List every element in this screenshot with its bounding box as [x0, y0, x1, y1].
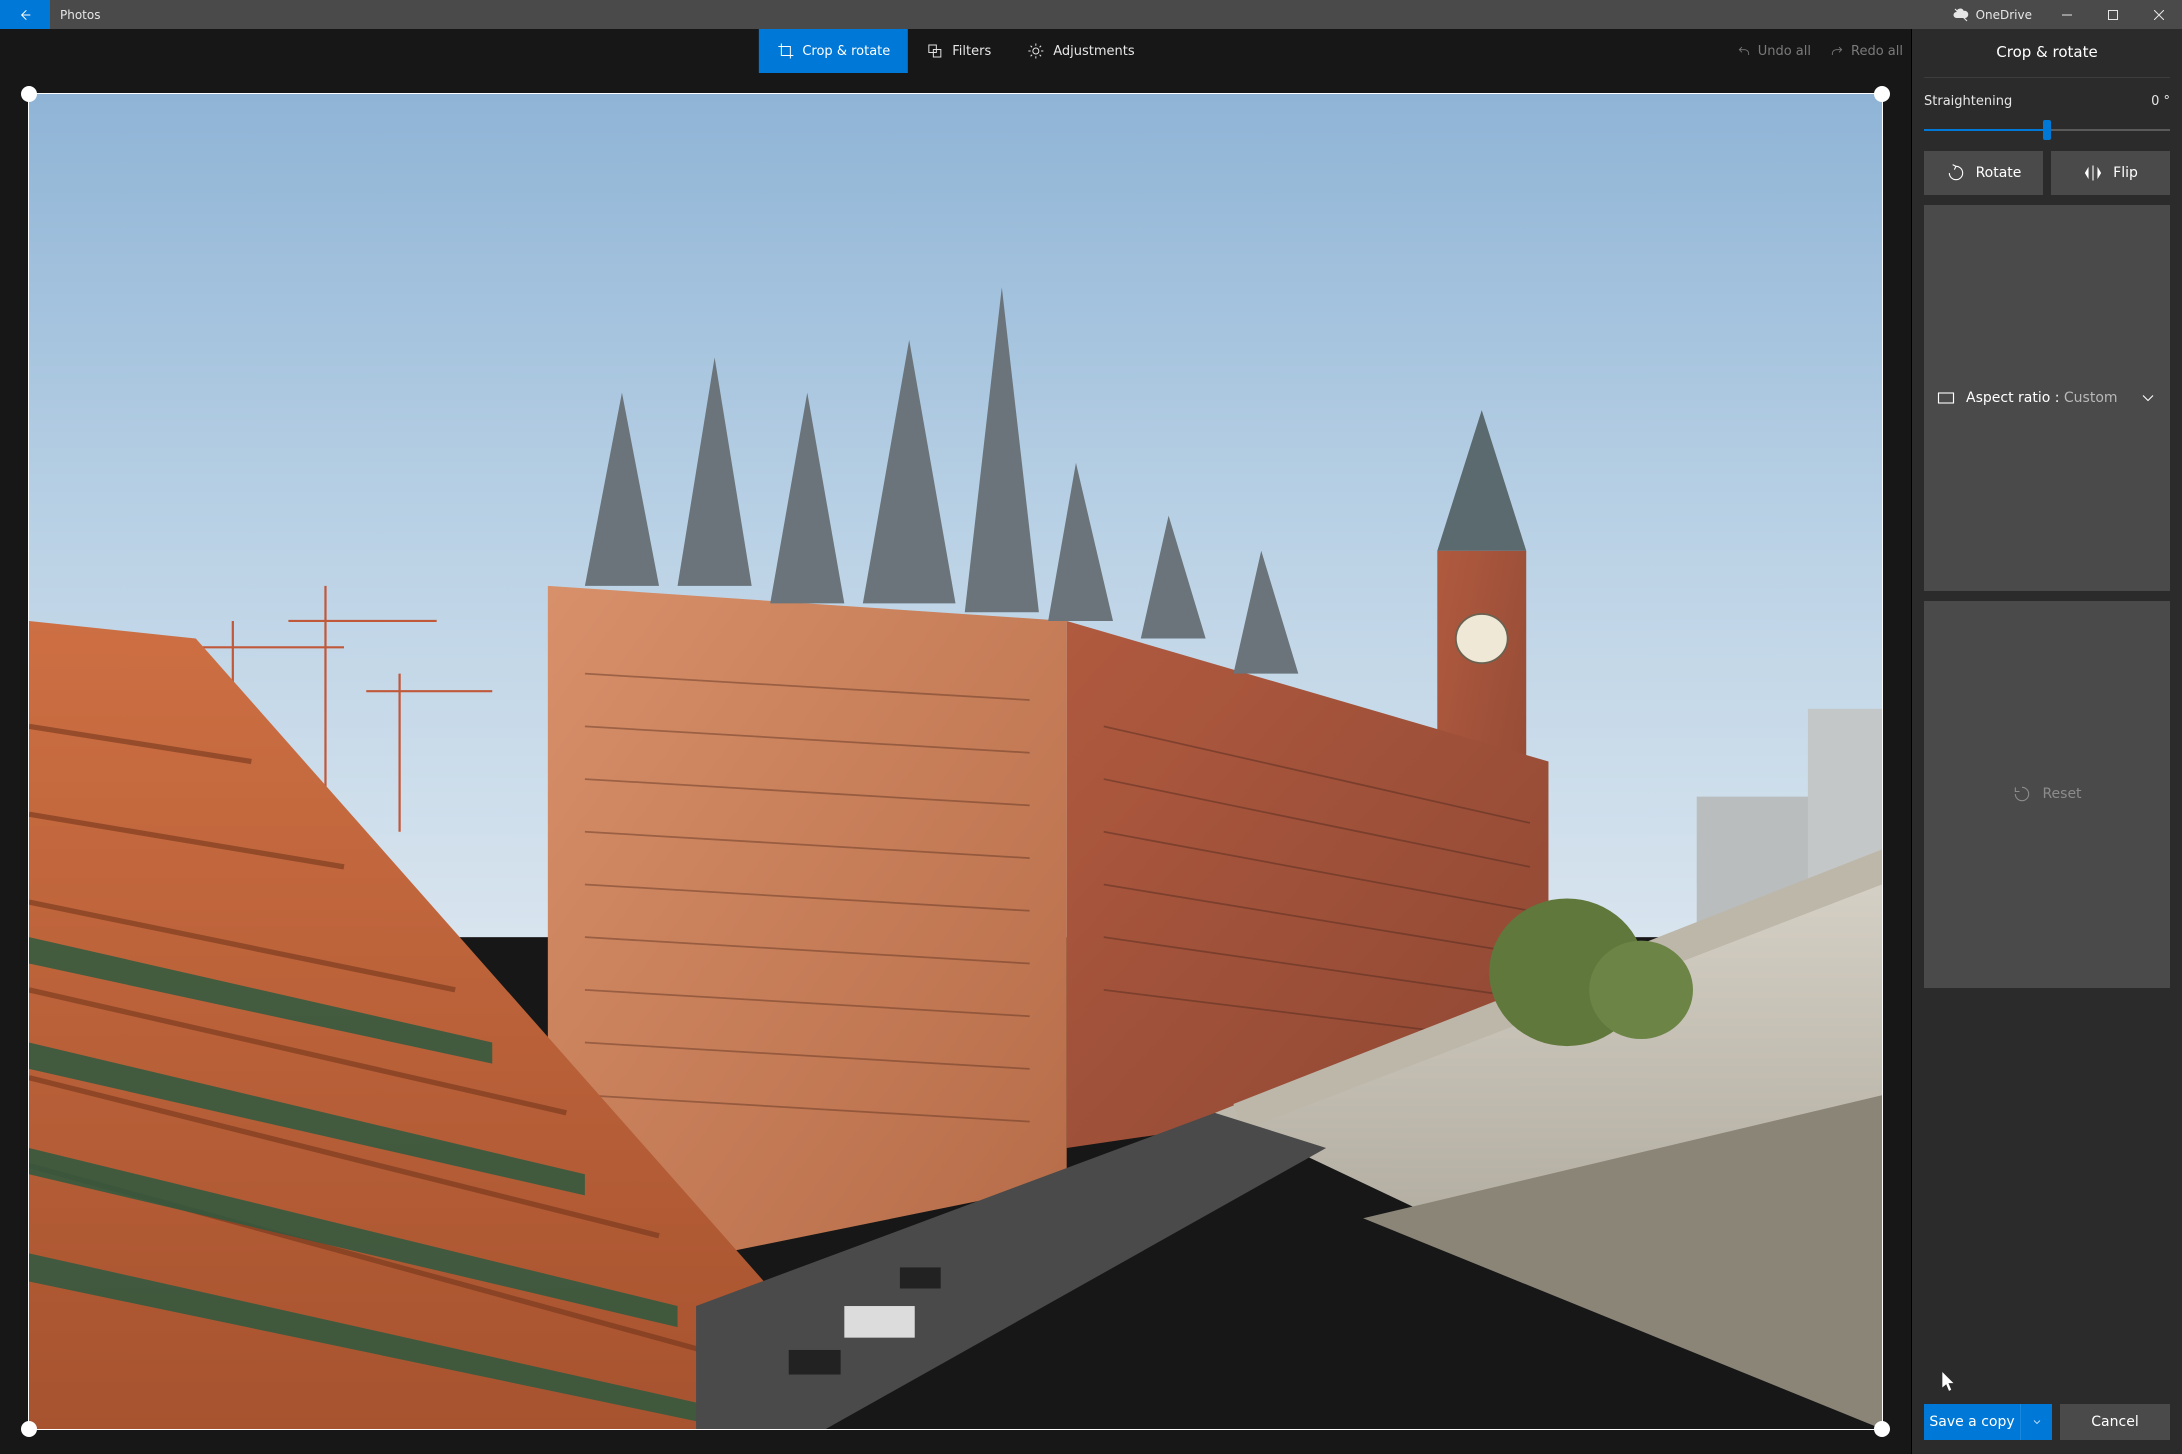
panel-footer: Save a copy Cancel — [1924, 1394, 2170, 1440]
close-button[interactable] — [2136, 0, 2182, 29]
rotate-button[interactable]: Rotate — [1924, 151, 2043, 195]
titlebar-drag-area[interactable] — [110, 0, 1939, 29]
onedrive-status[interactable]: OneDrive — [1940, 0, 2044, 29]
edit-tabs: Crop & rotate Filters Adjustments — [758, 29, 1152, 73]
straightening-row: Straightening 0 ° — [1924, 94, 2170, 109]
flip-button[interactable]: Flip — [2051, 151, 2170, 195]
save-a-copy-button[interactable]: Save a copy — [1924, 1404, 2020, 1440]
image-canvas[interactable] — [0, 73, 1911, 1454]
reset-button[interactable]: Reset — [1924, 601, 2170, 987]
rotate-icon — [1946, 163, 1966, 183]
straightening-label: Straightening — [1924, 94, 2012, 109]
crop-handle-top-right[interactable] — [1874, 86, 1890, 102]
edited-image — [29, 94, 1882, 1429]
cancel-label: Cancel — [2091, 1414, 2138, 1430]
aspect-ratio-dropdown[interactable]: Aspect ratio : Custom — [1924, 205, 2170, 591]
back-button[interactable] — [0, 0, 50, 29]
slider-track-left — [1924, 129, 2047, 131]
crop-handle-bottom-left[interactable] — [21, 1421, 37, 1437]
side-panel: Crop & rotate Straightening 0 ° Rotate F… — [1912, 29, 2182, 1454]
panel-divider — [1924, 77, 2170, 78]
redo-all-button[interactable]: Redo all — [1829, 43, 1903, 59]
redo-icon — [1829, 43, 1845, 59]
undo-label: Undo all — [1758, 44, 1811, 59]
flip-label: Flip — [2113, 165, 2138, 181]
panel-title: Crop & rotate — [1924, 43, 2170, 61]
crop-handle-top-left[interactable] — [21, 86, 37, 102]
aspect-ratio-icon — [1936, 388, 1956, 408]
tab-label: Filters — [952, 44, 991, 59]
save-label: Save a copy — [1929, 1414, 2014, 1430]
chevron-down-icon — [2138, 388, 2158, 408]
maximize-icon — [2108, 10, 2118, 20]
app-title: Photos — [50, 0, 110, 29]
adjustments-icon — [1027, 42, 1045, 60]
workarea: Crop & rotate Filters Adjustments Undo a… — [0, 29, 1912, 1454]
history-controls: Undo all Redo all — [1736, 29, 1903, 73]
tab-filters[interactable]: Filters — [908, 29, 1009, 73]
reset-icon — [2012, 784, 2032, 804]
window-controls — [2044, 0, 2182, 29]
undo-icon — [1736, 43, 1752, 59]
crop-handle-bottom-right[interactable] — [1874, 1421, 1890, 1437]
maximize-button[interactable] — [2090, 0, 2136, 29]
arrow-left-icon — [17, 7, 33, 23]
redo-label: Redo all — [1851, 44, 1903, 59]
minimize-button[interactable] — [2044, 0, 2090, 29]
save-a-copy-split-button[interactable] — [2020, 1404, 2052, 1440]
undo-all-button[interactable]: Undo all — [1736, 43, 1811, 59]
close-icon — [2154, 10, 2164, 20]
cancel-button[interactable]: Cancel — [2060, 1404, 2170, 1440]
tab-label: Adjustments — [1053, 44, 1134, 59]
mouse-cursor — [1942, 1372, 1956, 1392]
tab-adjustments[interactable]: Adjustments — [1009, 29, 1152, 73]
slider-track-right — [2047, 129, 2170, 131]
titlebar: Photos OneDrive — [0, 0, 2182, 29]
straightening-slider[interactable] — [1924, 119, 2170, 141]
edit-toolbar: Crop & rotate Filters Adjustments Undo a… — [0, 29, 1911, 73]
onedrive-label: OneDrive — [1976, 8, 2032, 22]
filters-icon — [926, 42, 944, 60]
minimize-icon — [2062, 10, 2072, 20]
aspect-ratio-label: Aspect ratio : — [1966, 390, 2064, 406]
slider-thumb[interactable] — [2043, 120, 2051, 140]
tab-label: Crop & rotate — [802, 44, 890, 59]
onedrive-icon — [1952, 6, 1970, 24]
tab-crop-rotate[interactable]: Crop & rotate — [758, 29, 908, 73]
chevron-down-icon — [2031, 1416, 2043, 1428]
reset-label: Reset — [2042, 786, 2081, 802]
crop-frame[interactable] — [28, 93, 1883, 1430]
aspect-ratio-value: Custom — [2064, 390, 2118, 406]
crop-icon — [776, 42, 794, 60]
straightening-value: 0 ° — [2151, 94, 2170, 109]
rotate-label: Rotate — [1976, 165, 2022, 181]
flip-icon — [2083, 163, 2103, 183]
